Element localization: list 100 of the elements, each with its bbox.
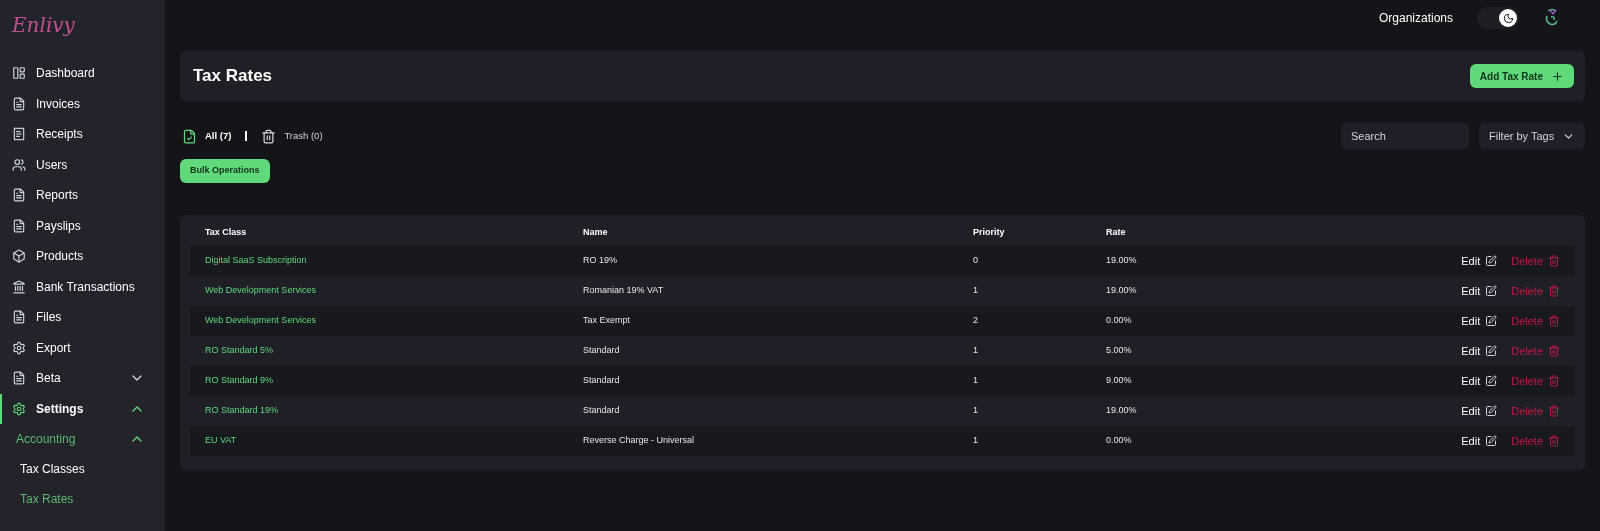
document-icon — [12, 188, 26, 203]
table-cell-text: Standard — [583, 344, 621, 357]
table-cell-text: 0.00% — [1106, 434, 1133, 447]
table-row[interactable]: RO Standard 19% Standard 1 19.00% Edit Delete — [190, 395, 1575, 426]
table-cell-text: Tax Exempt — [583, 314, 632, 327]
table-cell-text: 1 — [973, 404, 979, 417]
table-cell-text: 0 — [973, 254, 979, 267]
cube-icon — [12, 249, 26, 264]
trash-icon — [1548, 314, 1560, 327]
table-cell-text: 1 — [973, 344, 979, 357]
filter-tab[interactable]: Trash (0) — [261, 128, 323, 144]
table-cell-text: 9.00% — [1106, 374, 1133, 387]
table-row[interactable]: Digital SaaS Subscription RO 19% 0 19.00% Edit Delete — [190, 245, 1575, 276]
bank-icon — [12, 279, 26, 294]
sidebar-item[interactable]: Tax Classes — [20, 460, 85, 478]
edit-icon — [1485, 284, 1498, 297]
sidebar-item[interactable]: Accounting — [16, 430, 76, 448]
bulk-operations-button[interactable]: Bulk Operations — [180, 158, 270, 183]
theme-toggle[interactable] — [1477, 7, 1519, 29]
document-icon — [12, 310, 26, 325]
trash-icon — [1548, 284, 1560, 297]
table-cell-text: 2 — [973, 314, 979, 327]
sidebar-item[interactable]: Export — [0, 332, 165, 363]
sidebar-item[interactable]: Beta — [0, 363, 165, 394]
table-row[interactable]: EU VAT Reverse Charge - Universal 1 0.00% Edit Delete — [190, 425, 1575, 456]
table-cell-text: 19.00% — [1106, 404, 1138, 417]
sidebar-item[interactable]: Receipts — [0, 119, 165, 150]
column-header: Tax Class — [205, 226, 248, 239]
table-cell-text: Web Development Services — [205, 284, 317, 297]
edit-button[interactable]: Edit — [1461, 312, 1498, 329]
table-row[interactable]: RO Standard 5% Standard 1 5.00% Edit Delete — [190, 335, 1575, 366]
document-icon — [12, 371, 26, 386]
sidebar-item[interactable]: Dashboard — [0, 58, 165, 89]
organizations-link[interactable]: Organizations — [1378, 9, 1453, 27]
edit-button[interactable]: Edit — [1461, 342, 1498, 359]
avatar-icon[interactable] — [1543, 8, 1561, 28]
trash-icon — [1548, 254, 1560, 267]
table-cell-text: 0.00% — [1106, 314, 1133, 327]
table-cell-text: RO Standard 5% — [205, 344, 275, 357]
sidebar-item[interactable]: Invoices — [0, 88, 165, 119]
sidebar-item[interactable]: Products — [0, 241, 165, 272]
edit-button[interactable]: Edit — [1461, 282, 1498, 299]
table-cell-text: 1 — [973, 434, 979, 447]
sidebar-item[interactable]: Users — [0, 149, 165, 180]
table-cell-text: Digital SaaS Subscription — [205, 254, 308, 267]
document-icon — [12, 96, 26, 111]
trash-icon — [1548, 434, 1560, 447]
table-cell-text: Romanian 19% VAT — [583, 284, 665, 297]
table-cell-text: 1 — [973, 284, 979, 297]
sidebar-item[interactable]: Payslips — [0, 210, 165, 241]
table-cell-text: 19.00% — [1106, 254, 1138, 267]
table-cell-text: 1 — [973, 374, 979, 387]
table-cell-text: Reverse Charge - Universal — [583, 434, 696, 447]
trash-icon — [261, 128, 277, 144]
search-field[interactable]: Search — [1341, 123, 1469, 149]
receipt-icon — [12, 127, 26, 142]
tag-filter-dropdown[interactable]: Filter by Tags — [1479, 123, 1585, 149]
table-cell-text: RO 19% — [583, 254, 618, 267]
table-cell-text: RO Standard 19% — [205, 404, 280, 417]
edit-icon — [1485, 434, 1498, 447]
layout-icon — [12, 66, 26, 81]
sidebar-item[interactable]: Files — [0, 302, 165, 333]
sidebar-item[interactable]: Bank Transactions — [0, 271, 165, 302]
settings-icon — [12, 401, 26, 416]
table-cell-text: 19.00% — [1106, 284, 1138, 297]
logo[interactable]: Enlivy — [12, 10, 75, 40]
sidebar-item[interactable]: Reports — [0, 180, 165, 211]
table-cell-text: Standard — [583, 404, 621, 417]
trash-icon — [1548, 374, 1560, 387]
edit-button[interactable]: Edit — [1461, 402, 1498, 419]
column-header: Rate — [1106, 226, 1127, 239]
edit-icon — [1485, 344, 1498, 357]
table-row[interactable]: RO Standard 9% Standard 1 9.00% Edit Delete — [190, 365, 1575, 396]
table-row[interactable]: Web Development Services Romanian 19% VAT 1 19.00% Edit Delete — [190, 275, 1575, 306]
page-title: Tax Rates — [193, 65, 273, 88]
settings-icon — [12, 340, 26, 355]
table-cell-text: 5.00% — [1106, 344, 1133, 357]
plus-icon — [1551, 69, 1564, 83]
users-icon — [12, 157, 26, 172]
edit-icon — [1485, 404, 1498, 417]
trash-icon — [1548, 344, 1560, 357]
column-header: Priority — [973, 226, 1006, 239]
sidebar-item[interactable]: Settings — [0, 393, 165, 424]
moon-icon — [1502, 12, 1514, 24]
edit-button[interactable]: Edit — [1461, 372, 1498, 389]
table-cell-text: EU VAT — [205, 434, 238, 447]
edit-button[interactable]: Edit — [1461, 252, 1498, 269]
edit-icon — [1485, 374, 1498, 387]
sidebar-item[interactable]: Tax Rates — [20, 490, 74, 508]
edit-icon — [1485, 314, 1498, 327]
edit-button[interactable]: Edit — [1461, 432, 1498, 449]
document-check-icon — [182, 128, 197, 144]
add-tax-rate-button[interactable]: Add Tax Rate — [1469, 64, 1574, 88]
trash-icon — [1548, 404, 1560, 417]
filter-tab[interactable]: All (7) — [182, 128, 232, 144]
column-header: Name — [583, 226, 609, 239]
table-cell-text: Web Development Services — [205, 314, 317, 327]
edit-icon — [1485, 254, 1498, 267]
table-row[interactable]: Web Development Services Tax Exempt 2 0.00% Edit Delete — [190, 305, 1575, 336]
table-cell-text: Standard — [583, 374, 621, 387]
